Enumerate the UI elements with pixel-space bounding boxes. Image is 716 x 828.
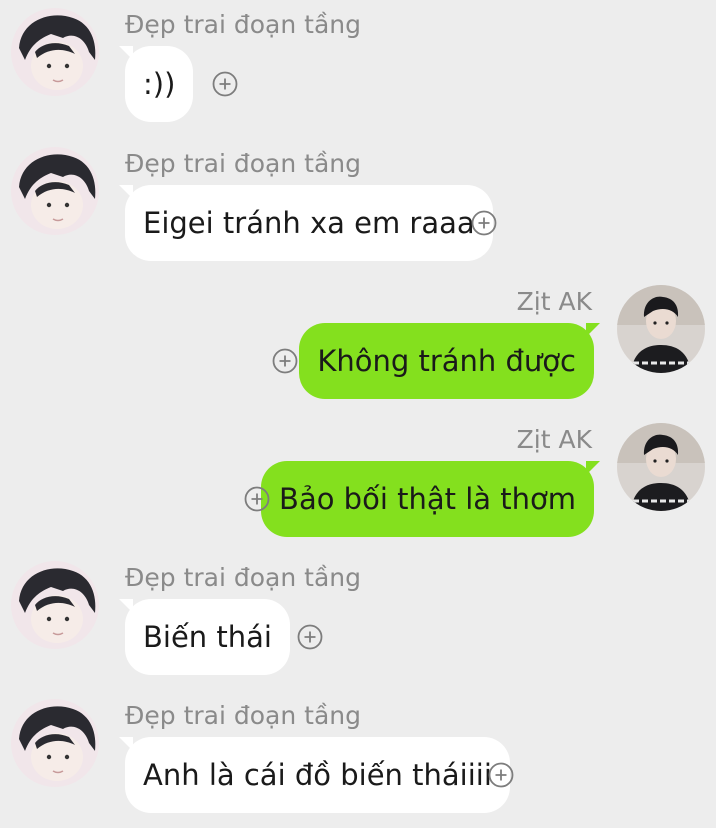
contact-avatar[interactable] (11, 699, 99, 787)
sender-name: Đẹp trai đoạn tầng (125, 701, 361, 730)
message-row: Zịt AK Không tránh được (0, 277, 716, 407)
message-row: Đẹp trai đoạn tầng Biến thái (0, 553, 716, 683)
sender-name: Zịt AK (516, 425, 592, 454)
message-text: Eigei tránh xa em raaa (143, 206, 475, 240)
message-row: Đẹp trai đoạn tầng Anh là cái đồ biến th… (0, 691, 716, 821)
sender-name: Đẹp trai đoạn tầng (125, 563, 361, 592)
message-bubble[interactable]: Anh là cái đồ biến tháiiii (119, 737, 510, 813)
message-bubble[interactable]: Bảo bối thật là thơm (261, 461, 600, 537)
bubble-tail (119, 737, 133, 751)
message-text: Không tránh được (317, 344, 576, 378)
contact-avatar[interactable] (11, 561, 99, 649)
message-row: Zịt AK Bảo bối thật là thơm (0, 415, 716, 545)
message-row: Đẹp trai đoạn tầng :)) (0, 0, 716, 130)
message-bubble[interactable]: Biến thái (119, 599, 290, 675)
bubble-tail (586, 461, 600, 475)
plus-circle-icon[interactable] (488, 762, 514, 788)
plus-circle-icon[interactable] (297, 624, 323, 650)
message-bubble[interactable]: Eigei tránh xa em raaa (119, 185, 493, 261)
plus-circle-icon[interactable] (272, 348, 298, 374)
message-text: Anh là cái đồ biến tháiiii (143, 758, 492, 792)
bubble-tail (586, 323, 600, 337)
contact-avatar[interactable] (11, 147, 99, 235)
contact-avatar[interactable] (617, 285, 705, 373)
message-bubble[interactable]: Không tránh được (299, 323, 600, 399)
plus-circle-icon[interactable] (244, 486, 270, 512)
bubble-tail (119, 185, 133, 199)
bubble-tail (119, 599, 133, 613)
message-text: Bảo bối thật là thơm (279, 482, 576, 516)
plus-circle-icon[interactable] (212, 71, 238, 97)
bubble-tail (119, 46, 133, 60)
message-row: Đẹp trai đoạn tầng Eigei tránh xa em raa… (0, 139, 716, 269)
sender-name: Zịt AK (516, 287, 592, 316)
message-bubble[interactable]: :)) (119, 46, 194, 122)
message-text: Biến thái (143, 620, 272, 654)
sender-name: Đẹp trai đoạn tầng (125, 10, 361, 39)
message-text: :)) (143, 67, 176, 101)
plus-circle-icon[interactable] (471, 210, 497, 236)
contact-avatar[interactable] (11, 8, 99, 96)
contact-avatar[interactable] (617, 423, 705, 511)
sender-name: Đẹp trai đoạn tầng (125, 149, 361, 178)
